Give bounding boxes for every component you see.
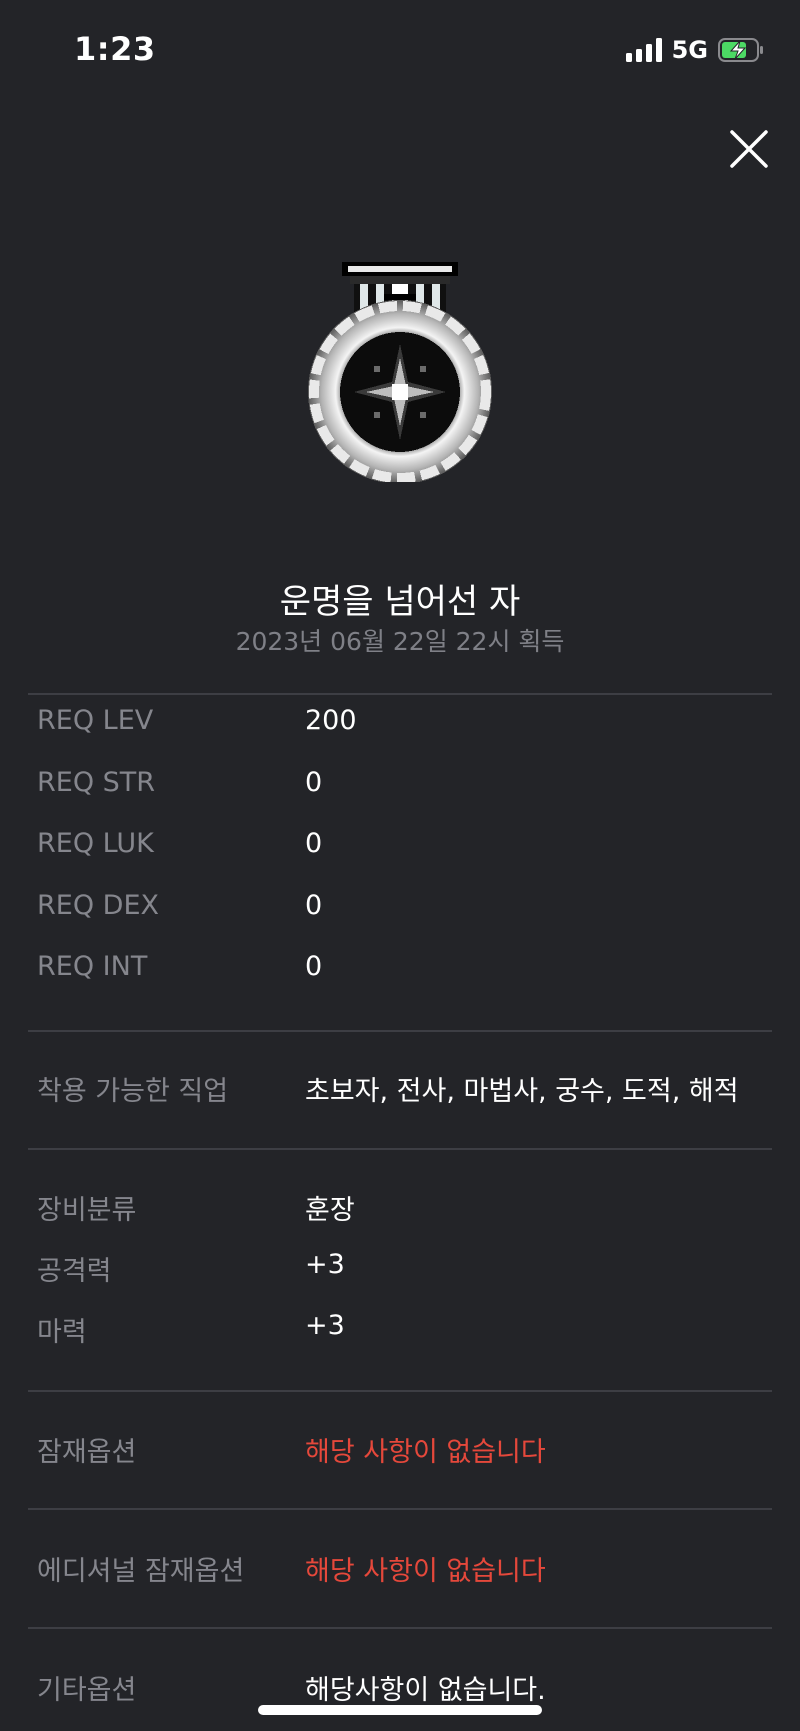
req-label: REQ LEV bbox=[37, 705, 154, 736]
req-value: 0 bbox=[305, 890, 323, 921]
divider bbox=[28, 1030, 772, 1032]
additional-potential-value: 해당 사항이 없습니다 bbox=[305, 1556, 546, 1587]
req-row-int: REQ INT 0 bbox=[0, 951, 800, 991]
network-type: 5G bbox=[671, 36, 708, 64]
home-indicator[interactable] bbox=[258, 1705, 542, 1715]
other-options-row: 기타옵션 해당사항이 없습니다. bbox=[0, 1668, 800, 1708]
equip-label: 공격력 bbox=[37, 1256, 112, 1287]
potential-value: 해당 사항이 없습니다 bbox=[305, 1437, 546, 1468]
acquired-date: 2023년 06월 22일 22시 획득 bbox=[235, 627, 565, 656]
jobs-row: 착용 가능한 직업 초보자, 전사, 마법사, 궁수, 도적, 해적 bbox=[0, 1069, 800, 1109]
req-row-luk: REQ LUK 0 bbox=[0, 828, 800, 868]
close-icon[interactable] bbox=[728, 128, 770, 170]
item-name: 운명을 넘어선 자 bbox=[279, 582, 521, 622]
equip-row-type: 장비분류 훈장 bbox=[0, 1188, 800, 1228]
equip-label: 장비분류 bbox=[37, 1195, 137, 1226]
divider bbox=[28, 693, 772, 695]
divider bbox=[28, 1627, 772, 1629]
additional-potential-label: 에디셔널 잠재옵션 bbox=[37, 1556, 245, 1587]
equip-row-magic: 마력 +3 bbox=[0, 1310, 800, 1350]
req-label: REQ DEX bbox=[37, 890, 160, 921]
req-value: 0 bbox=[305, 828, 323, 859]
jobs-label: 착용 가능한 직업 bbox=[37, 1076, 229, 1107]
potential-row: 잠재옵션 해당 사항이 없습니다 bbox=[0, 1430, 800, 1470]
equip-value: +3 bbox=[305, 1310, 345, 1341]
req-label: REQ INT bbox=[37, 951, 148, 982]
req-value: 0 bbox=[305, 951, 323, 982]
status-bar: 1:23 5G bbox=[0, 0, 800, 100]
equip-value: +3 bbox=[305, 1249, 345, 1280]
equip-label: 마력 bbox=[37, 1317, 87, 1348]
potential-label: 잠재옵션 bbox=[37, 1437, 137, 1468]
medal-icon bbox=[308, 262, 492, 482]
battery-charging-icon bbox=[718, 38, 763, 62]
req-value: 0 bbox=[305, 767, 323, 798]
jobs-value: 초보자, 전사, 마법사, 궁수, 도적, 해적 bbox=[305, 1076, 739, 1107]
divider bbox=[28, 1508, 772, 1510]
equip-value: 훈장 bbox=[305, 1195, 355, 1226]
req-label: REQ LUK bbox=[37, 828, 154, 859]
req-row-str: REQ STR 0 bbox=[0, 767, 800, 807]
status-time: 1:23 bbox=[74, 30, 156, 68]
divider bbox=[28, 1390, 772, 1392]
req-label: REQ STR bbox=[37, 767, 156, 798]
req-row-lev: REQ LEV 200 bbox=[0, 705, 800, 745]
equip-row-attack: 공격력 +3 bbox=[0, 1249, 800, 1289]
req-row-dex: REQ DEX 0 bbox=[0, 890, 800, 930]
status-indicators: 5G bbox=[625, 36, 764, 64]
cellular-signal-icon bbox=[625, 38, 662, 62]
divider bbox=[28, 1148, 772, 1150]
other-options-label: 기타옵션 bbox=[37, 1675, 137, 1706]
additional-potential-row: 에디셔널 잠재옵션 해당 사항이 없습니다 bbox=[0, 1549, 800, 1589]
req-value: 200 bbox=[305, 705, 357, 736]
other-options-value: 해당사항이 없습니다. bbox=[305, 1675, 546, 1706]
